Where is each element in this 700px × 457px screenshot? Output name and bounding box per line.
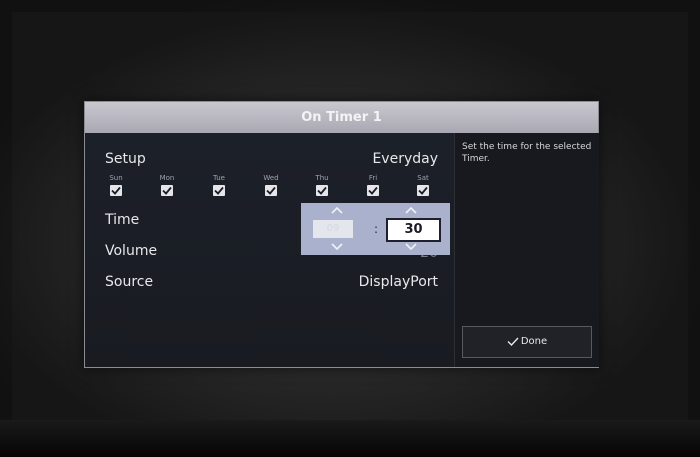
check-icon	[417, 185, 429, 196]
day-label: Tue	[213, 174, 225, 182]
volume-label: Volume	[105, 243, 158, 259]
monitor-bezel	[0, 420, 700, 457]
day-label: Mon	[159, 174, 175, 182]
time-picker: 09 : 30	[301, 203, 450, 255]
dialog-title: On Timer 1	[85, 102, 598, 133]
day-label: Wed	[263, 174, 279, 182]
day-sat[interactable]: Sat	[408, 174, 438, 196]
day-label: Fri	[368, 174, 378, 182]
check-icon	[367, 185, 379, 196]
done-button[interactable]: Done	[462, 326, 592, 358]
minute-field[interactable]: 30	[386, 218, 441, 242]
check-icon	[213, 185, 225, 196]
day-label: Sat	[417, 174, 429, 182]
on-timer-dialog: On Timer 1 Setup Everyday Sun Mon Tue We…	[84, 101, 599, 368]
help-text: Set the time for the selected Timer.	[462, 142, 592, 164]
day-thu[interactable]: Thu	[307, 174, 337, 196]
done-label: Done	[520, 336, 548, 347]
chevron-up-icon[interactable]	[330, 206, 344, 214]
day-fri[interactable]: Fri	[358, 174, 388, 196]
day-checkbox-row: Sun Mon Tue Wed Thu Fri Sat	[101, 174, 441, 204]
chevron-up-icon[interactable]	[404, 206, 418, 214]
chevron-down-icon[interactable]	[404, 243, 418, 251]
day-label: Thu	[315, 174, 329, 182]
timer-settings-panel: Setup Everyday Sun Mon Tue Wed Thu Fri S…	[85, 133, 454, 367]
check-icon	[316, 185, 328, 196]
check-icon	[110, 185, 122, 196]
setup-value[interactable]: Everyday	[372, 151, 438, 167]
hour-field[interactable]: 09	[313, 220, 353, 238]
check-icon	[161, 185, 173, 196]
check-icon	[265, 185, 277, 196]
day-sun[interactable]: Sun	[101, 174, 131, 196]
day-wed[interactable]: Wed	[256, 174, 286, 196]
source-label: Source	[105, 274, 154, 290]
setup-label: Setup	[105, 151, 146, 167]
day-tue[interactable]: Tue	[204, 174, 234, 196]
day-label: Sun	[109, 174, 123, 182]
check-icon	[507, 337, 519, 346]
help-panel: Set the time for the selected Timer. Don…	[454, 133, 599, 367]
time-label: Time	[105, 212, 140, 228]
time-separator: :	[373, 222, 379, 236]
source-value[interactable]: DisplayPort	[359, 274, 438, 290]
chevron-down-icon[interactable]	[330, 243, 344, 251]
day-mon[interactable]: Mon	[152, 174, 182, 196]
